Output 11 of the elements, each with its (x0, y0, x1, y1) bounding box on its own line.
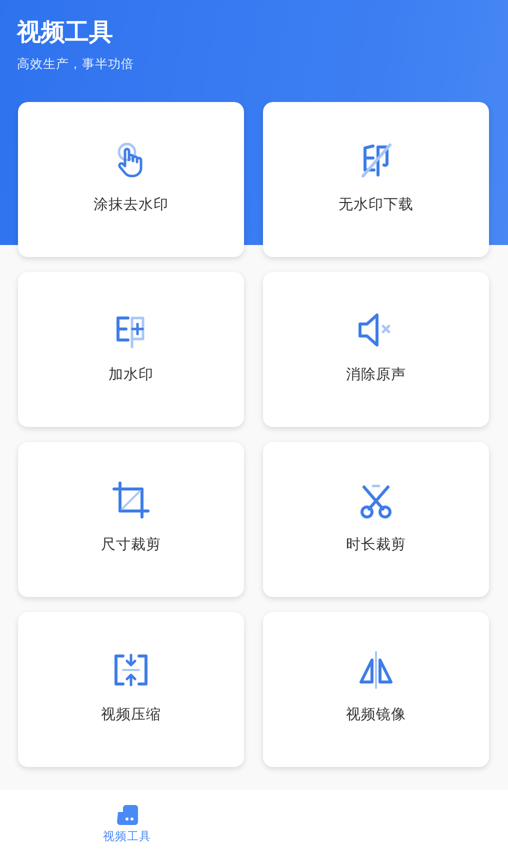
tool-card[interactable]: 无水印下载 (263, 102, 489, 257)
tool-card[interactable]: 视频压缩 (18, 612, 244, 767)
page-subtitle: 高效生产，事半功倍 (17, 56, 134, 72)
tool-card[interactable]: 尺寸裁剪 (18, 442, 244, 597)
tool-card[interactable]: 加水印 (18, 272, 244, 427)
tool-card[interactable]: 消除原声 (263, 272, 489, 427)
tool-card[interactable]: 涂抹去水印 (18, 102, 244, 257)
page-title: 视频工具 (17, 17, 113, 47)
crop-icon (111, 480, 151, 520)
tool-card[interactable]: 视频镜像 (263, 612, 489, 767)
tool-card[interactable]: 时长裁剪 (263, 442, 489, 597)
